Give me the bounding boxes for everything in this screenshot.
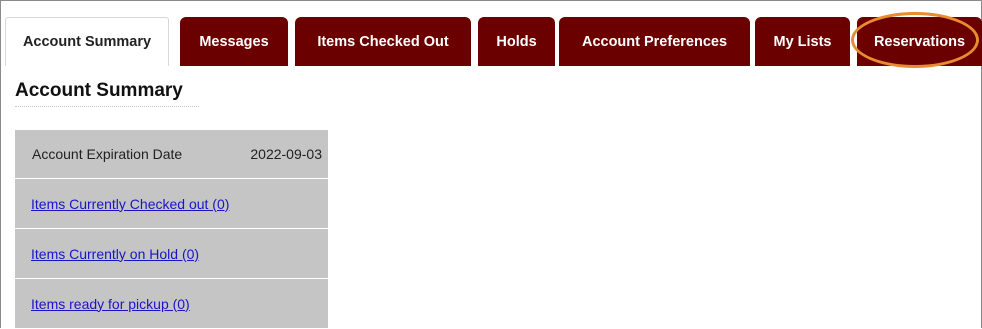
tab-account-summary[interactable]: Account Summary: [5, 17, 169, 66]
on-hold-row: Items Currently on Hold (0): [15, 229, 328, 279]
tab-items-checked-out[interactable]: Items Checked Out: [295, 17, 471, 66]
tab-account-preferences[interactable]: Account Preferences: [559, 17, 750, 66]
expiration-value: 2022-09-03: [250, 146, 322, 162]
tab-my-lists[interactable]: My Lists: [755, 17, 850, 66]
checked-out-row: Items Currently Checked out (0): [15, 179, 328, 229]
page-title: Account Summary: [15, 80, 199, 107]
expiration-row: Account Expiration Date 2022-09-03: [15, 130, 328, 179]
tab-holds[interactable]: Holds: [478, 17, 555, 66]
pickup-row: Items ready for pickup (0): [15, 279, 328, 329]
items-checked-out-link[interactable]: Items Currently Checked out (0): [31, 196, 229, 212]
items-ready-for-pickup-link[interactable]: Items ready for pickup (0): [31, 296, 190, 312]
items-on-hold-link[interactable]: Items Currently on Hold (0): [31, 246, 199, 262]
tab-messages[interactable]: Messages: [180, 17, 288, 66]
expiration-label: Account Expiration Date: [32, 146, 183, 162]
tab-reservations[interactable]: Reservations: [857, 17, 982, 66]
account-summary-panel: Account Expiration Date 2022-09-03 Items…: [15, 130, 328, 329]
